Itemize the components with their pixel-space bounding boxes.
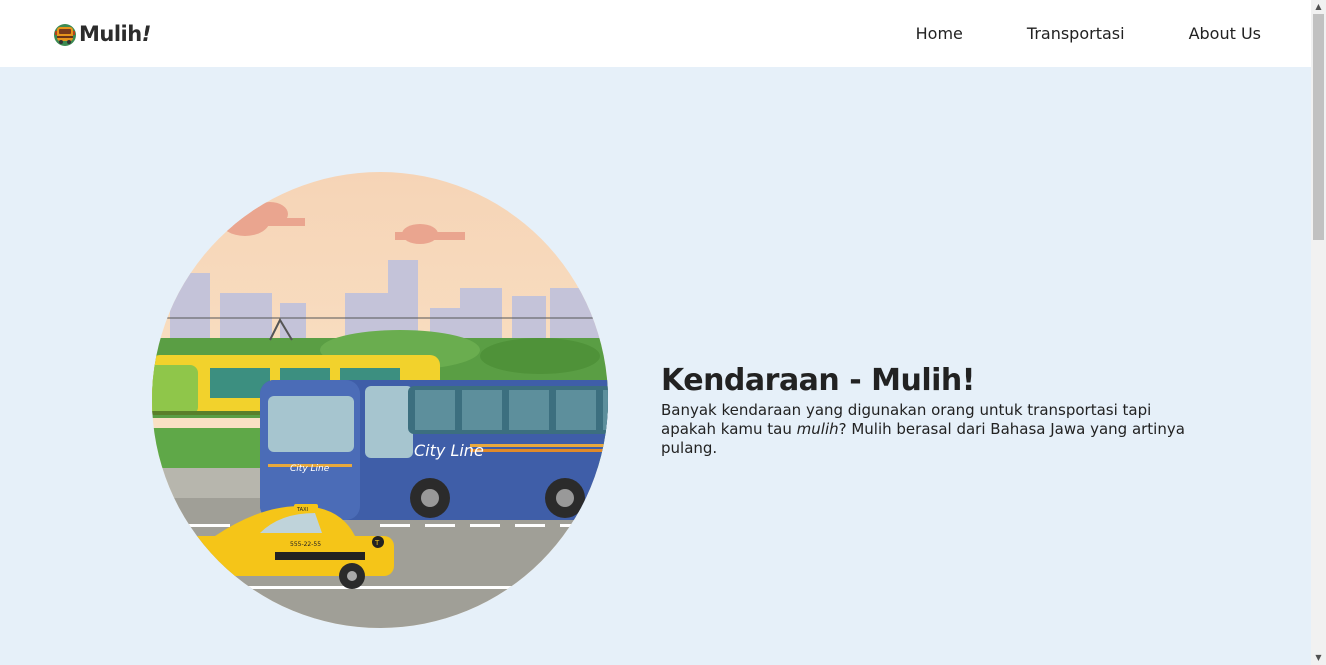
- bus-city-line-text: City Line: [414, 441, 484, 460]
- hero-description: Banyak kendaraan yang digunakan orang un…: [661, 401, 1185, 457]
- hero-text-block: Kendaraan - Mulih! Banyak kendaraan yang…: [661, 363, 1201, 458]
- page: Mulih! Home Transportasi About Us City L…: [0, 0, 1326, 665]
- scroll-thumb[interactable]: [1313, 14, 1324, 240]
- hero-illustration: City Line City Line TAXI 555-22-55 T: [152, 172, 608, 628]
- nav-home-link[interactable]: Home: [916, 24, 963, 43]
- navbar: Mulih! Home Transportasi About Us: [0, 0, 1311, 67]
- brand-name: Mulih!: [79, 22, 151, 46]
- brand-logo[interactable]: Mulih!: [52, 20, 151, 48]
- scroll-up-icon[interactable]: ▲: [1311, 0, 1326, 14]
- taxi-sign-text: TAXI: [296, 507, 308, 513]
- hero-description-emphasis: mulih: [796, 420, 839, 438]
- bus-city-line-small-text: City Line: [290, 464, 330, 474]
- nav-about-us-link[interactable]: About Us: [1189, 24, 1261, 43]
- bus: City Line City Line: [260, 380, 608, 520]
- scene-circle: City Line City Line TAXI 555-22-55 T: [152, 172, 608, 628]
- nav-menu: Home Transportasi About Us: [852, 24, 1261, 43]
- bus-logo-icon: [54, 24, 76, 46]
- taxi-logo-text: T: [374, 539, 380, 547]
- brand-exclamation: !: [141, 22, 152, 46]
- hero-title: Kendaraan - Mulih!: [661, 363, 975, 398]
- scroll-down-icon[interactable]: ▼: [1311, 651, 1326, 665]
- nav-transportasi-link[interactable]: Transportasi: [1027, 24, 1125, 43]
- vertical-scrollbar[interactable]: ▲ ▼: [1311, 0, 1326, 665]
- taxi-number-text: 555-22-55: [290, 541, 321, 548]
